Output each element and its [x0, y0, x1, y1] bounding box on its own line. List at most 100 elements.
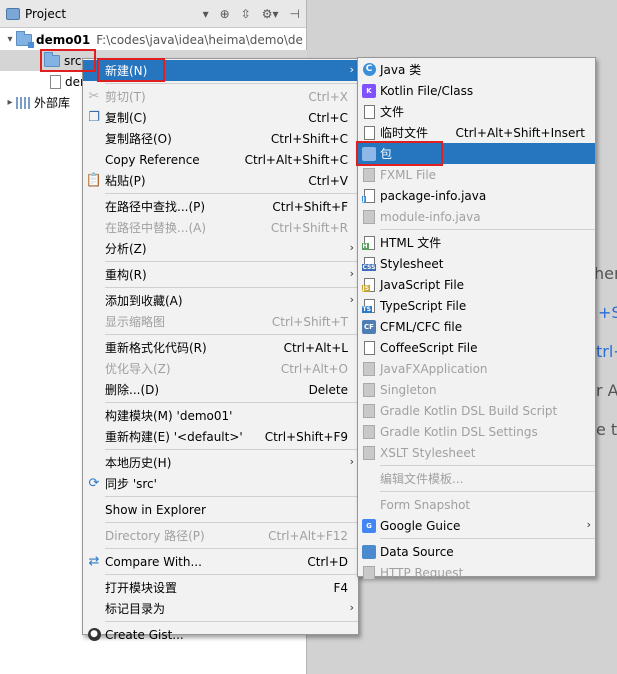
- new-submenu-item[interactable]: Data Source: [358, 541, 595, 562]
- pin-icon[interactable]: ⊣: [290, 7, 300, 21]
- project-header: Project ▾ ⊕ ⇳ ⚙▾ ⊣: [0, 0, 306, 28]
- chevron-down-icon[interactable]: ▾: [203, 7, 209, 21]
- github-icon: ●: [87, 628, 101, 641]
- context-menu-item[interactable]: 重构(R) ›: [83, 264, 358, 285]
- chevron-right-icon: ›: [349, 63, 354, 76]
- new-submenu-item[interactable]: JS JavaScript File: [358, 274, 595, 295]
- new-submenu-item[interactable]: K Kotlin File/Class: [358, 80, 595, 101]
- chevron-right-icon: ›: [349, 241, 354, 254]
- cf-icon: CF: [362, 319, 376, 334]
- project-view-selector[interactable]: Project: [6, 7, 66, 21]
- context-menu-item-label: 优化导入(Z): [105, 362, 171, 376]
- menu-icon-slot: [358, 104, 380, 119]
- target-icon[interactable]: ⊕: [220, 7, 230, 21]
- new-submenu-item: FXML File: [358, 164, 595, 185]
- menu-separator: [105, 83, 358, 84]
- context-menu-item[interactable]: 打开模块设置 F4: [83, 577, 358, 598]
- context-menu-item-shortcut: Ctrl+Shift+F9: [264, 429, 348, 444]
- file-icon: [363, 104, 375, 119]
- chevron-right-icon: ›: [349, 455, 354, 468]
- java-class-icon: C: [362, 63, 376, 76]
- new-submenu-item-label: 文件: [380, 105, 405, 119]
- new-submenu-item-label: 包: [380, 147, 393, 161]
- new-submenu-item[interactable]: 文件: [358, 101, 595, 122]
- menu-separator: [105, 496, 358, 497]
- menu-separator: [105, 193, 358, 194]
- menu-separator: [105, 621, 358, 622]
- gear-icon[interactable]: ⚙▾: [262, 7, 279, 21]
- menu-separator: [105, 287, 358, 288]
- new-submenu-item-label: FXML File: [380, 167, 437, 182]
- kotlin-icon: K: [362, 83, 376, 98]
- context-menu-item[interactable]: 📋 粘贴(P) Ctrl+V: [83, 170, 358, 191]
- context-menu-item[interactable]: 新建(N) ›: [83, 60, 358, 81]
- editor-hint-text: +SI: [598, 303, 617, 322]
- context-menu-item-shortcut: Ctrl+V: [308, 173, 348, 188]
- paste-icon: 📋: [85, 173, 103, 188]
- new-submenu-item[interactable]: 包: [358, 143, 595, 164]
- menu-separator: [105, 548, 358, 549]
- context-menu-item-shortcut: Ctrl+Shift+T: [271, 314, 348, 329]
- context-menu-item[interactable]: 分析(Z) ›: [83, 238, 358, 259]
- new-submenu-item[interactable]: CoffeeScript File: [358, 337, 595, 358]
- module-info-icon: [363, 209, 375, 224]
- context-menu-item[interactable]: ❐ 复制(C) Ctrl+C: [83, 107, 358, 128]
- context-menu-item[interactable]: 本地历史(H) ›: [83, 452, 358, 473]
- new-submenu-item[interactable]: Jpackage-info.java: [358, 185, 595, 206]
- http-icon: [363, 565, 375, 580]
- context-menu-item-label: 新建(N): [105, 64, 148, 78]
- menu-separator: [105, 334, 358, 335]
- new-submenu-item[interactable]: 临时文件 Ctrl+Alt+Shift+Insert: [358, 122, 595, 143]
- new-submenu-item-label: JavaFXApplication: [380, 361, 488, 376]
- menu-icon-slot: [358, 361, 380, 376]
- context-menu-item[interactable]: 添加到收藏(A) ›: [83, 290, 358, 311]
- context-menu-item-label: 打开模块设置: [105, 581, 178, 595]
- context-menu-item[interactable]: ⟳ 同步 'src': [83, 473, 358, 494]
- chevron-right-icon[interactable]: ▸: [4, 97, 16, 108]
- new-submenu-item[interactable]: G Google Guice ›: [358, 515, 595, 536]
- context-menu-item[interactable]: Copy Reference Ctrl+Alt+Shift+C: [83, 149, 358, 170]
- context-menu-item-label: 删除...(D): [105, 383, 160, 397]
- menu-icon-slot: [358, 403, 380, 418]
- chevron-down-icon[interactable]: ▾: [4, 34, 16, 45]
- new-submenu-item[interactable]: CSS Stylesheet: [358, 253, 595, 274]
- scissors-icon: ✂: [88, 89, 100, 104]
- context-menu-item[interactable]: 重新格式化代码(R) Ctrl+Alt+L: [83, 337, 358, 358]
- tree-root-row[interactable]: ▾ demo01 F:\codes\java\idea\heima\demo\d…: [0, 29, 307, 50]
- new-submenu-item-label: Java 类: [380, 63, 422, 77]
- collapse-icon[interactable]: ⇳: [241, 7, 251, 21]
- javafx-icon: [363, 361, 375, 376]
- context-menu-item-shortcut: Ctrl+Alt+F12: [268, 528, 348, 543]
- context-menu-item-label: 重新构建(E) '<default>': [105, 430, 243, 444]
- context-menu-item-label: 本地历史(H): [105, 456, 172, 470]
- context-menu-item[interactable]: Show in Explorer: [83, 499, 358, 520]
- context-menu-item[interactable]: ● Create Gist...: [83, 624, 358, 645]
- new-submenu-item[interactable]: H HTML 文件: [358, 232, 595, 253]
- context-menu-item[interactable]: 重新构建(E) '<default>' Ctrl+Shift+F9: [83, 426, 358, 447]
- new-submenu-item-label: XSLT Stylesheet: [380, 445, 476, 460]
- menu-separator: [105, 449, 358, 450]
- context-menu-item[interactable]: 标记目录为 ›: [83, 598, 358, 619]
- new-submenu-item-label: 编辑文件模板...: [380, 472, 464, 486]
- menu-icon-slot: [358, 167, 380, 182]
- new-submenu-item-label: Data Source: [380, 544, 454, 559]
- menu-icon-slot: [358, 565, 380, 580]
- context-menu-item[interactable]: 删除...(D) Delete: [83, 379, 358, 400]
- singleton-icon: [363, 382, 375, 397]
- new-submenu-item[interactable]: CF CFML/CFC file: [358, 316, 595, 337]
- context-menu-item[interactable]: ⇄ Compare With... Ctrl+D: [83, 551, 358, 572]
- context-menu-item-shortcut: Ctrl+Alt+O: [280, 361, 348, 376]
- new-submenu-item: Form Snapshot: [358, 494, 595, 515]
- new-submenu-item[interactable]: C Java 类: [358, 59, 595, 80]
- context-menu-item[interactable]: 构建模块(M) 'demo01': [83, 405, 358, 426]
- new-submenu-item[interactable]: TS TypeScript File: [358, 295, 595, 316]
- context-menu-item: Directory 路径(P) Ctrl+Alt+F12: [83, 525, 358, 546]
- context-menu-item-shortcut: Ctrl+Shift+F: [272, 199, 348, 214]
- context-menu-item[interactable]: 在路径中查找...(P) Ctrl+Shift+F: [83, 196, 358, 217]
- context-menu-item[interactable]: 复制路径(O) Ctrl+Shift+C: [83, 128, 358, 149]
- menu-icon-slot: [358, 146, 380, 161]
- menu-separator: [105, 261, 358, 262]
- menu-icon-slot: ⟳: [83, 476, 105, 491]
- context-menu: 新建(N) › ✂ 剪切(T) Ctrl+X ❐ 复制(C) Ctrl+C 复制路径(O) Ctr…: [82, 58, 359, 642]
- guice-icon: G: [362, 518, 376, 533]
